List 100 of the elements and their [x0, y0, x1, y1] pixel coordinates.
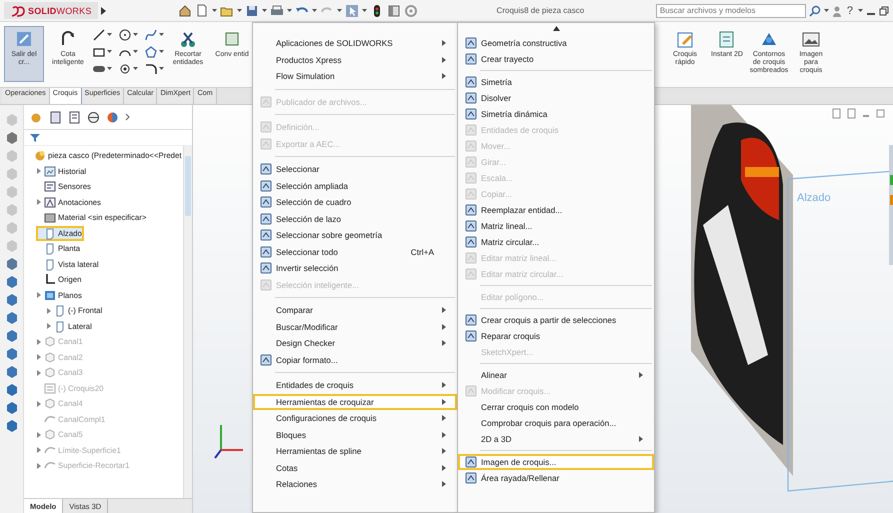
menu-item[interactable]: Geometría constructiva — [458, 35, 654, 51]
caret-icon[interactable] — [858, 8, 863, 12]
point-icon[interactable] — [118, 62, 132, 76]
menu-item[interactable]: Cotas — [253, 460, 457, 476]
submenu-arrow-icon[interactable] — [442, 448, 446, 454]
tool-icon[interactable] — [260, 196, 272, 208]
menu-item[interactable]: Productos Xpress — [253, 52, 457, 68]
search-icon[interactable] — [808, 4, 821, 16]
menu-item[interactable]: Bloques — [253, 426, 457, 443]
search-field[interactable]: Buscar archivos y modelos — [656, 4, 806, 18]
caret-icon[interactable] — [159, 50, 164, 54]
tool-icon[interactable] — [465, 204, 477, 216]
tool-icon[interactable] — [260, 180, 272, 192]
menu-item[interactable]: Área rayada/Rellenar — [458, 470, 654, 486]
toolbar-icon[interactable] — [4, 401, 18, 415]
caret-icon[interactable] — [262, 8, 268, 12]
menu-item[interactable]: Copiar formato... — [253, 352, 457, 368]
menu-item[interactable]: Matriz lineal... — [458, 218, 654, 234]
appearance-icon[interactable] — [106, 110, 119, 124]
scrollbar[interactable] — [183, 146, 192, 498]
toolbar-icon[interactable] — [4, 383, 18, 397]
caret-icon[interactable] — [237, 8, 242, 12]
tool-icon[interactable] — [465, 236, 477, 248]
dimension-expert-icon[interactable] — [87, 110, 100, 124]
menu-item[interactable]: Crear trayecto — [458, 51, 654, 67]
polygon-icon[interactable] — [144, 45, 158, 59]
menu-item[interactable]: Simetría — [458, 74, 654, 90]
menu-item[interactable]: Entidades de croquis — [253, 377, 457, 394]
submenu-arrow-icon[interactable] — [639, 372, 643, 378]
menu-item[interactable]: Reemplazar entidad... — [458, 202, 654, 218]
menu-item[interactable]: Seleccionar sobre geometría — [253, 227, 457, 244]
submenu-arrow-icon[interactable] — [442, 382, 446, 388]
menu-item[interactable]: Design Checker — [253, 335, 457, 352]
toolbar-icon[interactable] — [4, 293, 18, 307]
menu-item[interactable]: Selección ampliada — [253, 178, 457, 194]
gear-icon[interactable] — [404, 4, 418, 18]
caret-icon[interactable] — [159, 33, 164, 37]
expand-arrow-icon[interactable] — [100, 6, 107, 14]
toolbar-icon[interactable] — [4, 257, 18, 271]
tool-icon[interactable] — [465, 92, 477, 104]
house-icon[interactable] — [178, 4, 192, 18]
caret-icon[interactable] — [133, 67, 138, 71]
printer-icon[interactable] — [270, 4, 284, 18]
circle-icon[interactable] — [118, 28, 132, 42]
tool-icon[interactable] — [260, 212, 272, 225]
menu-item[interactable]: Configuraciones de croquis — [253, 410, 457, 426]
caret-icon[interactable] — [287, 8, 292, 12]
restore-icon[interactable] — [879, 6, 889, 16]
caret-icon[interactable] — [824, 8, 829, 12]
caret-icon[interactable] — [107, 67, 112, 71]
menu-item[interactable]: Flow Simulation — [253, 68, 457, 84]
menu-item[interactable]: Matriz circular... — [458, 234, 654, 250]
help-button[interactable]: ? — [844, 4, 855, 16]
panel-icon[interactable] — [387, 4, 402, 18]
menu-item[interactable]: 2D a 3D — [458, 431, 654, 447]
menu-item[interactable]: Cerrar croquis con modelo — [458, 399, 654, 415]
tool-icon[interactable] — [260, 354, 272, 366]
menu-item[interactable]: Comparar — [253, 302, 457, 318]
menu-item[interactable]: Crear croquis a partir de selecciones — [458, 312, 654, 328]
toolbar-icon[interactable] — [4, 311, 18, 325]
menu-item[interactable]: Simetría dinámica — [458, 106, 654, 122]
document-icon[interactable] — [195, 4, 210, 18]
tool-icon[interactable] — [465, 37, 477, 49]
toolbar-icon[interactable] — [4, 347, 18, 361]
menu-item[interactable]: Alinear — [458, 367, 654, 383]
submenu-arrow-icon[interactable] — [442, 432, 446, 438]
tool-icon[interactable] — [465, 108, 477, 120]
tool-icon[interactable] — [260, 246, 272, 258]
tool-icon[interactable] — [260, 262, 272, 274]
chevron-icon[interactable] — [125, 113, 131, 121]
tool-icon[interactable] — [465, 314, 477, 326]
save-icon[interactable] — [245, 4, 260, 18]
tool-icon[interactable] — [465, 53, 477, 65]
submenu-arrow-icon[interactable] — [442, 40, 446, 46]
menu-item[interactable]: Buscar/Modificar — [253, 318, 457, 335]
submenu-arrow-icon[interactable] — [442, 464, 446, 471]
toolbar-icon[interactable] — [4, 275, 18, 289]
toolbar-icon[interactable] — [4, 419, 18, 433]
caret-icon[interactable] — [362, 8, 368, 12]
line-icon[interactable] — [92, 28, 106, 42]
toolbar-icon[interactable] — [4, 131, 18, 145]
submenu-arrow-icon[interactable] — [442, 56, 446, 63]
menu-item[interactable]: Seleccionar todo Ctrl+A — [253, 244, 457, 260]
submenu-arrow-icon[interactable] — [442, 324, 446, 330]
menu-item[interactable]: Herramientas de spline — [253, 443, 457, 460]
configuration-icon[interactable] — [68, 110, 81, 124]
tool-icon[interactable] — [260, 229, 272, 242]
caret-icon[interactable] — [312, 8, 318, 12]
submenu-arrow-icon[interactable] — [442, 307, 446, 314]
tool-icon[interactable] — [465, 76, 477, 88]
tool-icon[interactable] — [465, 456, 477, 468]
menu-item[interactable]: Herramientas de croquizar — [253, 394, 457, 410]
scroll-up-icon[interactable] — [552, 26, 560, 31]
submenu-arrow-icon[interactable] — [639, 436, 643, 442]
submenu-arrow-icon[interactable] — [442, 340, 446, 346]
submenu-arrow-icon[interactable] — [442, 415, 446, 422]
submenu-arrow-icon[interactable] — [442, 398, 446, 405]
toolbar-icon[interactable] — [4, 365, 18, 379]
toolbar-icon[interactable] — [4, 329, 18, 343]
spline-icon[interactable] — [144, 28, 158, 42]
